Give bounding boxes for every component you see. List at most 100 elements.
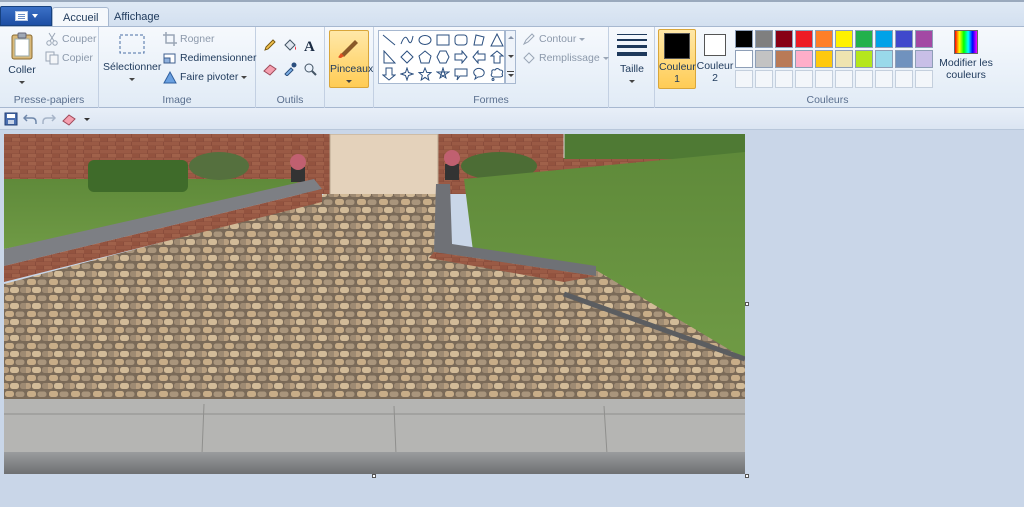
shape-polygon[interactable] [471, 32, 487, 47]
palette-custom-swatch[interactable] [775, 70, 793, 88]
select-button[interactable]: Sélectionner [103, 32, 161, 85]
eraser-icon[interactable] [62, 112, 76, 126]
magnifier-tool[interactable] [300, 59, 320, 79]
redo-icon[interactable] [42, 112, 56, 126]
palette-color-swatch[interactable] [755, 30, 773, 48]
shape-rectangle[interactable] [435, 32, 451, 47]
shapes-gallery-scrollbar[interactable] [505, 30, 516, 84]
paste-button[interactable]: Coller [4, 31, 40, 88]
shape-triangle[interactable] [489, 32, 505, 47]
resize-handle-right[interactable] [745, 302, 749, 306]
palette-color-swatch[interactable] [795, 30, 813, 48]
resize-button[interactable]: Redimensionner [163, 51, 256, 65]
palette-color-swatch[interactable] [915, 50, 933, 68]
shape-up-arrow[interactable] [489, 49, 505, 64]
palette-custom-swatch[interactable] [855, 70, 873, 88]
palette-color-swatch[interactable] [735, 50, 753, 68]
size-button[interactable]: Taille [613, 30, 651, 87]
resize-handle-bottom[interactable] [372, 474, 376, 478]
pencil-tool[interactable] [260, 35, 280, 55]
shape-line[interactable] [381, 32, 397, 47]
shape-right-triangle[interactable] [381, 49, 397, 64]
shape-rounded-rectangle[interactable] [453, 32, 469, 47]
palette-color-swatch[interactable] [775, 50, 793, 68]
shape-right-arrow[interactable] [453, 49, 469, 64]
palette-color-swatch[interactable] [875, 30, 893, 48]
palette-color-swatch[interactable] [855, 30, 873, 48]
shape-four-point-star[interactable] [399, 66, 415, 81]
edit-colors-button[interactable]: Modifier les couleurs [935, 30, 997, 81]
palette-color-swatch[interactable] [915, 30, 933, 48]
shape-down-arrow[interactable] [381, 66, 397, 81]
resize-handle-corner[interactable] [745, 474, 749, 478]
eraser-tool[interactable] [260, 59, 280, 79]
palette-color-swatch[interactable] [735, 30, 753, 48]
customize-toolbar-icon[interactable] [84, 118, 90, 121]
shape-curve[interactable] [399, 32, 415, 47]
shape-hexagon[interactable] [435, 49, 451, 64]
fill-button[interactable]: Remplissage [522, 51, 609, 65]
undo-icon[interactable] [23, 112, 37, 126]
magnifier-icon [304, 63, 317, 76]
oval-shape-icon [418, 34, 432, 45]
palette-custom-swatch[interactable] [835, 70, 853, 88]
shape-diamond[interactable] [399, 49, 415, 64]
color1-button[interactable]: Couleur 1 [658, 29, 696, 89]
canvas-image[interactable] [4, 134, 745, 474]
shape-rect-callout[interactable] [453, 66, 469, 81]
shape-pentagon[interactable] [417, 49, 433, 64]
save-icon[interactable] [4, 112, 18, 126]
palette-color-swatch[interactable] [755, 50, 773, 68]
four-point-star-shape-icon [400, 66, 414, 81]
shape-five-point-star[interactable] [417, 66, 433, 81]
palette-custom-swatch[interactable] [755, 70, 773, 88]
shape-oval[interactable] [417, 32, 433, 47]
tools-group: A Outils [256, 27, 325, 108]
brushes-button[interactable]: Pinceaux [329, 30, 373, 88]
palette-color-swatch[interactable] [815, 50, 833, 68]
color2-swatch [704, 34, 726, 56]
color2-button[interactable]: Couleur 2 [696, 29, 734, 89]
copy-button[interactable]: Copier [45, 51, 93, 65]
paintbrush-icon [338, 40, 358, 58]
outline-button[interactable]: Contour [522, 32, 586, 46]
paint-menu-button[interactable] [0, 6, 52, 26]
fill-tool[interactable] [280, 35, 300, 55]
crop-button[interactable]: Rogner [163, 32, 214, 46]
palette-custom-swatch[interactable] [815, 70, 833, 88]
color-spectrum-icon [954, 30, 978, 54]
palette-color-swatch[interactable] [895, 30, 913, 48]
cut-button[interactable]: Couper [45, 32, 96, 46]
palette-color-swatch[interactable] [835, 50, 853, 68]
palette-color-swatch[interactable] [875, 50, 893, 68]
palette-color-swatch[interactable] [855, 50, 873, 68]
shape-six-point-star[interactable] [435, 66, 451, 81]
shape-left-arrow[interactable] [471, 49, 487, 64]
tools-group-label: Outils [276, 94, 304, 106]
text-tool[interactable]: A [300, 35, 320, 55]
palette-color-swatch[interactable] [775, 30, 793, 48]
color-picker-tool[interactable] [280, 59, 300, 79]
shape-oval-callout[interactable] [471, 66, 487, 81]
resize-label: Redimensionner [180, 52, 257, 64]
palette-color-swatch[interactable] [815, 30, 833, 48]
palette-custom-swatch[interactable] [875, 70, 893, 88]
palette-custom-swatch[interactable] [795, 70, 813, 88]
palette-color-swatch[interactable] [895, 50, 913, 68]
color2-label: Couleur [696, 60, 734, 72]
palette-color-swatch[interactable] [835, 30, 853, 48]
palette-custom-swatch[interactable] [895, 70, 913, 88]
rotate-button[interactable]: Faire pivoter [163, 70, 248, 84]
palette-color-swatch[interactable] [795, 50, 813, 68]
line-shape-icon [382, 34, 396, 45]
tab-home[interactable]: Accueil [52, 7, 110, 28]
tab-view[interactable]: Affichage [104, 7, 170, 28]
palette-custom-swatch[interactable] [915, 70, 933, 88]
copy-icon [45, 51, 59, 65]
palette-custom-swatch[interactable] [735, 70, 753, 88]
svg-text:A: A [304, 39, 315, 52]
text-a-icon: A [304, 39, 315, 52]
outline-pen-icon [522, 33, 535, 46]
shape-cloud-callout[interactable] [489, 66, 505, 81]
color1-number: 1 [674, 73, 680, 85]
